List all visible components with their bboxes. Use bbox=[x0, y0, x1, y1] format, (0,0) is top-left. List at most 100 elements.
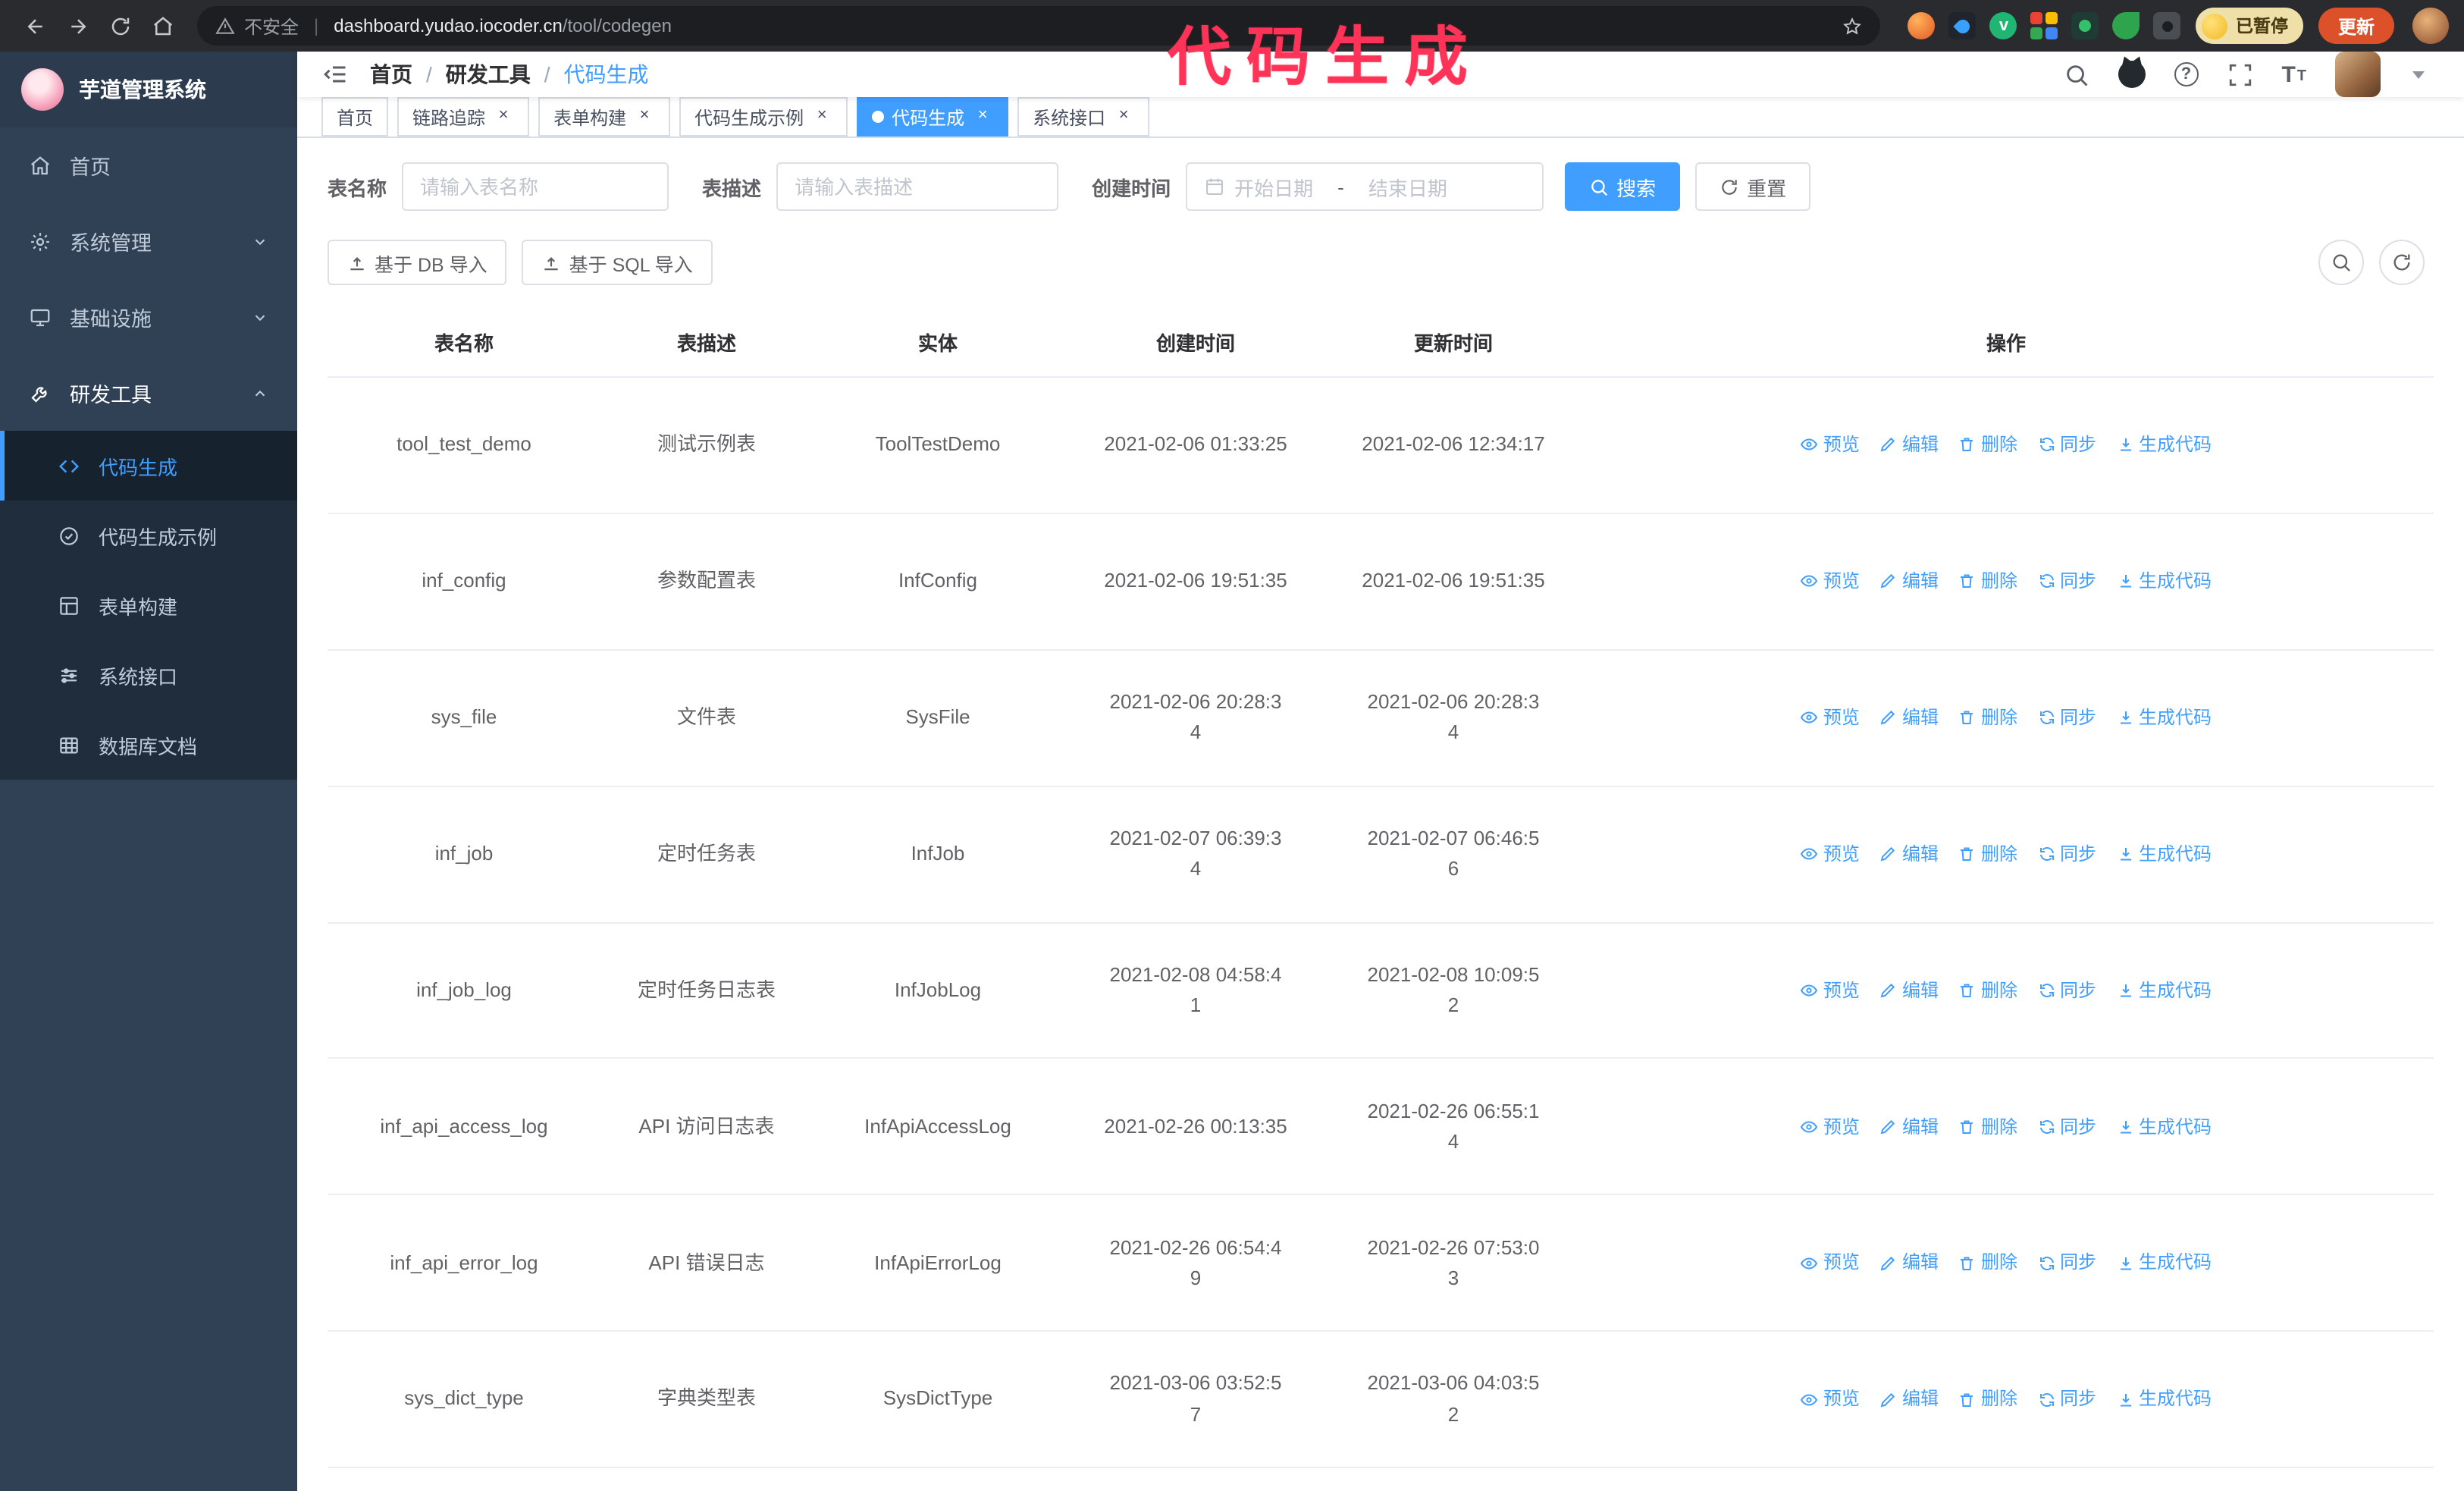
extension-grid-icon[interactable] bbox=[2030, 12, 2058, 39]
extension-fox-icon[interactable] bbox=[1908, 12, 1936, 39]
import-db-button[interactable]: 基于 DB 导入 bbox=[328, 240, 507, 285]
sidebar-item-codegen[interactable]: 代码生成 bbox=[0, 431, 297, 501]
sidebar-item-system-api[interactable]: 系统接口 bbox=[0, 640, 297, 710]
import-sql-button[interactable]: 基于 SQL 导入 bbox=[522, 240, 713, 285]
address-bar[interactable]: 不安全 | dashboard.yudao.iocoder.cn/tool/co… bbox=[197, 6, 1881, 46]
generate-code-link[interactable]: 生成代码 bbox=[2116, 1249, 2212, 1277]
delete-link[interactable]: 删除 bbox=[1958, 567, 2017, 595]
delete-link[interactable]: 删除 bbox=[1958, 431, 2017, 459]
edit-link[interactable]: 编辑 bbox=[1879, 431, 1939, 459]
edit-link[interactable]: 编辑 bbox=[1879, 1113, 1939, 1141]
tag-form-builder[interactable]: 表单构建 × bbox=[538, 97, 671, 137]
browser-reload-button[interactable] bbox=[100, 6, 140, 46]
sync-link[interactable]: 同步 bbox=[2037, 567, 2096, 595]
close-icon[interactable]: × bbox=[493, 106, 514, 127]
extension-leaf-icon[interactable] bbox=[2112, 12, 2140, 39]
avatar-caret-down-icon[interactable] bbox=[2412, 71, 2425, 78]
preview-link[interactable]: 预览 bbox=[1801, 1249, 1860, 1277]
search-icon[interactable] bbox=[2063, 61, 2089, 87]
generate-code-link[interactable]: 生成代码 bbox=[2116, 1386, 2212, 1414]
search-button[interactable]: 搜索 bbox=[1565, 162, 1681, 211]
close-icon[interactable]: × bbox=[634, 106, 655, 127]
sidebar-item-system[interactable]: 系统管理 bbox=[0, 203, 297, 279]
download-icon bbox=[2120, 984, 2131, 997]
browser-forward-button[interactable] bbox=[58, 6, 97, 46]
edit-link[interactable]: 编辑 bbox=[1879, 840, 1939, 868]
close-icon[interactable]: × bbox=[811, 106, 832, 127]
sync-link[interactable]: 同步 bbox=[2037, 840, 2096, 868]
sync-link[interactable]: 同步 bbox=[2037, 431, 2096, 459]
tag-home[interactable]: 首页 bbox=[321, 97, 389, 137]
delete-link[interactable]: 删除 bbox=[1958, 1249, 2017, 1277]
generate-code-link[interactable]: 生成代码 bbox=[2116, 567, 2212, 595]
browser-home-button[interactable] bbox=[143, 6, 182, 46]
sidebar-item-home[interactable]: 首页 bbox=[0, 127, 297, 203]
preview-link[interactable]: 预览 bbox=[1801, 704, 1860, 732]
generate-code-link[interactable]: 生成代码 bbox=[2116, 840, 2212, 868]
bookmark-star-icon[interactable] bbox=[1843, 16, 1863, 36]
sidebar-toggle-icon[interactable] bbox=[321, 61, 349, 88]
sync-link[interactable]: 同步 bbox=[2037, 704, 2096, 732]
edit-link[interactable]: 编辑 bbox=[1879, 704, 1939, 732]
edit-link[interactable]: 编辑 bbox=[1879, 1249, 1939, 1277]
breadcrumb-item-devtools[interactable]: 研发工具 bbox=[446, 59, 531, 89]
help-icon[interactable]: ? bbox=[2174, 62, 2199, 86]
font-size-icon[interactable]: TT bbox=[2281, 63, 2306, 86]
sync-link[interactable]: 同步 bbox=[2037, 1249, 2096, 1277]
preview-link[interactable]: 预览 bbox=[1801, 1386, 1860, 1414]
chevron-up-icon bbox=[255, 389, 265, 396]
table-name-input[interactable] bbox=[420, 175, 651, 198]
github-icon[interactable] bbox=[2118, 61, 2146, 88]
extension-dark-icon[interactable] bbox=[2071, 12, 2099, 39]
close-icon[interactable]: × bbox=[1113, 106, 1134, 127]
sync-link[interactable]: 同步 bbox=[2037, 1386, 2096, 1414]
tag-system-api[interactable]: 系统接口 × bbox=[1017, 97, 1150, 137]
tag-codegen-example[interactable]: 代码生成示例 × bbox=[679, 97, 848, 137]
fullscreen-icon[interactable] bbox=[2227, 61, 2252, 87]
generate-code-link[interactable]: 生成代码 bbox=[2116, 431, 2212, 459]
delete-link[interactable]: 删除 bbox=[1958, 840, 2017, 868]
sidebar-logo[interactable]: 芋道管理系统 bbox=[0, 52, 297, 127]
toggle-search-button[interactable] bbox=[2318, 240, 2364, 285]
browser-update-button[interactable]: 更新 bbox=[2318, 8, 2394, 44]
sync-link[interactable]: 同步 bbox=[2037, 976, 2096, 1004]
extensions-puzzle-icon[interactable] bbox=[2153, 12, 2181, 39]
sidebar-item-db-docs[interactable]: 数据库文档 bbox=[0, 710, 297, 780]
browser-back-button[interactable] bbox=[15, 6, 55, 46]
edit-link[interactable]: 编辑 bbox=[1879, 976, 1939, 1004]
profile-paused-chip[interactable]: 已暂停 bbox=[2196, 8, 2303, 44]
date-range-picker[interactable]: 开始日期 - 结束日期 bbox=[1186, 162, 1544, 211]
preview-link[interactable]: 预览 bbox=[1801, 567, 1860, 595]
delete-link[interactable]: 删除 bbox=[1958, 1113, 2017, 1141]
preview-link[interactable]: 预览 bbox=[1801, 431, 1860, 459]
table-row: inf_job 定时任务表 InfJob 2021-02-07 06:39:3 … bbox=[328, 786, 2434, 923]
extension-check-icon[interactable]: v bbox=[1989, 12, 2017, 39]
generate-code-link[interactable]: 生成代码 bbox=[2116, 976, 2212, 1004]
tag-tracing[interactable]: 链路追踪 × bbox=[397, 97, 530, 137]
browser-profile-avatar[interactable] bbox=[2412, 8, 2449, 44]
delete-link[interactable]: 删除 bbox=[1958, 704, 2017, 732]
reset-button[interactable]: 重置 bbox=[1695, 162, 1811, 211]
tag-codegen-active[interactable]: 代码生成 × bbox=[857, 97, 1009, 137]
sidebar-item-codegen-example[interactable]: 代码生成示例 bbox=[0, 501, 297, 570]
table-desc-input[interactable] bbox=[795, 175, 1041, 198]
edit-link[interactable]: 编辑 bbox=[1879, 1386, 1939, 1414]
close-icon[interactable]: × bbox=[972, 106, 993, 127]
sidebar-item-form-builder[interactable]: 表单构建 bbox=[0, 570, 297, 640]
generate-code-link[interactable]: 生成代码 bbox=[2116, 704, 2212, 732]
breadcrumb-item-home[interactable]: 首页 bbox=[370, 59, 412, 89]
user-avatar[interactable] bbox=[2335, 52, 2381, 97]
preview-link[interactable]: 预览 bbox=[1801, 976, 1860, 1004]
generate-code-link[interactable]: 生成代码 bbox=[2116, 1113, 2212, 1141]
trash-icon bbox=[1961, 1256, 1973, 1270]
sidebar-item-infra[interactable]: 基础设施 bbox=[0, 279, 297, 355]
delete-link[interactable]: 删除 bbox=[1958, 976, 2017, 1004]
extension-drop-icon[interactable] bbox=[1948, 12, 1977, 39]
sidebar-item-devtools[interactable]: 研发工具 bbox=[0, 355, 297, 431]
preview-link[interactable]: 预览 bbox=[1801, 1113, 1860, 1141]
refresh-table-button[interactable] bbox=[2379, 240, 2425, 285]
edit-link[interactable]: 编辑 bbox=[1879, 567, 1939, 595]
preview-link[interactable]: 预览 bbox=[1801, 840, 1860, 868]
sync-link[interactable]: 同步 bbox=[2037, 1113, 2096, 1141]
delete-link[interactable]: 删除 bbox=[1958, 1386, 2017, 1414]
